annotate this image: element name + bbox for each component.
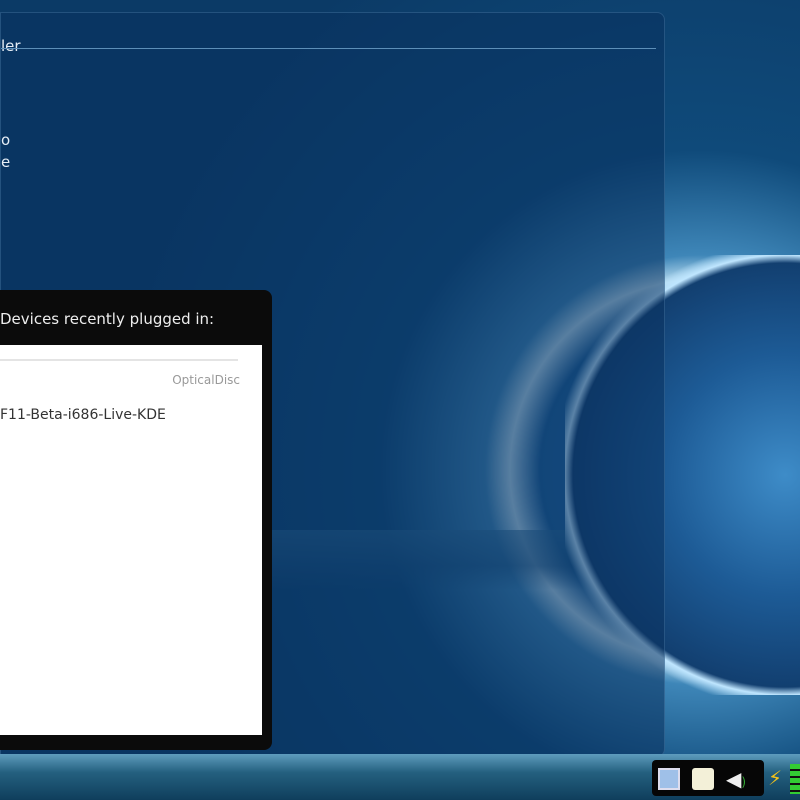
device-list: OpticalDisc F11-Beta-i686-Live-KDE [0,345,262,735]
system-tray: ◀) [652,760,764,796]
battery-icon[interactable] [790,764,800,794]
clipboard-icon[interactable] [692,768,714,790]
folder-view-title: ler [1,37,21,55]
network-icon[interactable] [658,768,680,790]
device-type: OpticalDisc [172,373,240,387]
device-notifier-popup: Devices recently plugged in: OpticalDisc… [0,290,272,750]
folder-item[interactable]: o [1,131,10,149]
folder-item[interactable]: e [1,153,10,171]
power-icon[interactable]: ⚡ [768,766,788,790]
volume-icon[interactable]: ◀) [726,768,748,790]
device-item[interactable]: F11-Beta-i686-Live-KDE [0,407,166,423]
notifier-title: Devices recently plugged in: [0,310,215,328]
divider [0,359,238,361]
divider [1,48,656,49]
